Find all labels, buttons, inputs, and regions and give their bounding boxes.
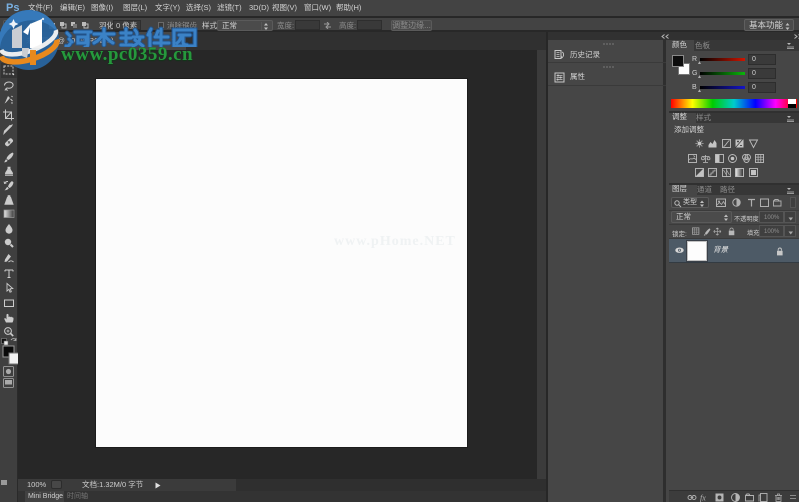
svg-text:fx: fx [700, 494, 706, 502]
